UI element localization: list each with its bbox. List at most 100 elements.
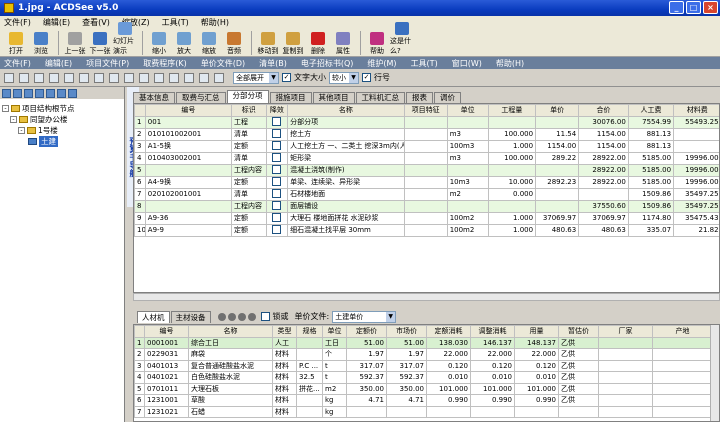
column-header[interactable]: 人工费 <box>627 104 675 117</box>
table-cell[interactable] <box>265 187 289 201</box>
toolbar-button[interactable]: 移动到 <box>256 32 280 56</box>
tab[interactable]: 分部分项 <box>226 90 269 103</box>
column-header[interactable]: 定额价 <box>346 325 387 338</box>
open-icon[interactable] <box>19 72 29 83</box>
tree-tool-icon[interactable] <box>13 88 22 98</box>
toolbar-button[interactable]: 浏览 <box>29 32 53 56</box>
minimize-button[interactable]: _ <box>669 1 684 14</box>
toolbar-button[interactable]: 缩小 <box>147 32 171 56</box>
tree-tool-icon[interactable] <box>57 88 66 98</box>
reduce-checkbox[interactable] <box>271 177 281 186</box>
column-header[interactable]: 规格 <box>296 325 323 338</box>
calc-icon[interactable] <box>184 72 194 83</box>
reduce-checkbox[interactable] <box>271 189 281 198</box>
paste-icon[interactable] <box>79 72 89 83</box>
column-header[interactable]: 编号 <box>144 104 233 117</box>
tree-tool-icon[interactable] <box>24 88 33 98</box>
table-row[interactable]: 1001工程分部分项30076.007554.9955493.251418 <box>134 115 719 129</box>
reduce-checkbox[interactable] <box>271 117 281 126</box>
tree-root[interactable]: - 项目结构根节点 <box>2 103 122 114</box>
reduce-checkbox[interactable] <box>271 225 281 234</box>
price-file-combo[interactable]: 土建单价 ▼ <box>332 310 397 323</box>
app-menu-item[interactable]: 取费程序(K) <box>143 58 187 69</box>
table-row[interactable]: 7 1231021 石蜡 材料 kg <box>134 405 713 418</box>
vertical-scrollbar[interactable] <box>710 325 719 421</box>
toolbar-button[interactable]: 复制到 <box>281 32 305 56</box>
menu-item[interactable]: 查看(V) <box>82 17 110 28</box>
toolbar-button[interactable]: 帮助 <box>365 32 389 56</box>
collapse-icon[interactable]: - <box>18 127 25 134</box>
tree-tool-icon[interactable] <box>46 88 55 98</box>
column-header[interactable]: 暂估价 <box>558 325 599 338</box>
text-size-checkbox[interactable]: ✓ <box>282 73 291 82</box>
column-header[interactable]: 名称 <box>287 104 405 117</box>
table-cell[interactable] <box>265 139 289 153</box>
new-icon[interactable] <box>4 72 14 83</box>
table-row[interactable]: 8 工程内容 面层铺设 37550.60 1509.86 35497.25 <box>134 199 719 213</box>
move-up-icon[interactable] <box>154 72 164 83</box>
app-menu-item[interactable]: 单价文件(D) <box>201 58 245 69</box>
app-menu-item[interactable]: 项目文件(P) <box>86 58 129 69</box>
column-header[interactable]: 市场价 <box>386 325 427 338</box>
collapse-icon[interactable]: - <box>10 116 17 123</box>
column-header[interactable]: 单位 <box>446 104 489 117</box>
tab[interactable]: 其他项目 <box>312 92 355 103</box>
toolbar-button[interactable]: 下一张 <box>88 32 112 56</box>
column-header[interactable]: 合价 <box>578 104 629 117</box>
table-row[interactable]: 5工程内容混凝土浇筑(制作)28922.005185.0019996.00141… <box>134 163 719 177</box>
menu-item[interactable]: 工具(T) <box>162 17 189 28</box>
tab[interactable]: 工料机汇总 <box>355 92 405 103</box>
reduce-checkbox[interactable] <box>271 153 281 162</box>
table-row[interactable]: 10 A9-9 定额 细石混凝土找平层 30mm 100m2 1.000 480.63 480… <box>134 223 719 237</box>
column-header[interactable]: 单位 <box>322 325 347 338</box>
toolbar-button[interactable]: 打开 <box>4 32 28 56</box>
table-cell[interactable] <box>265 199 289 213</box>
toolbar-button[interactable]: 属性 <box>331 32 355 56</box>
app-menu-item[interactable]: 维护(M) <box>367 58 396 69</box>
tree-node-civil[interactable]: 土建 <box>2 136 122 147</box>
table-row[interactable]: 3 0401013 复合普通硅酸盐水泥 材料 P.C ... t 317.07 317.07 0… <box>134 359 713 372</box>
table-cell[interactable] <box>265 223 289 237</box>
reduce-checkbox[interactable] <box>271 213 281 222</box>
copy-icon[interactable] <box>64 72 74 83</box>
app-menu-item[interactable]: 帮助(H) <box>496 58 524 69</box>
cut-icon[interactable] <box>49 72 59 83</box>
column-header[interactable]: 厂家 <box>598 325 653 338</box>
tree-node-building[interactable]: - 同望办公楼 <box>2 114 122 125</box>
toolbar-button[interactable]: 删除 <box>306 32 330 56</box>
table-row[interactable]: 4 010403002001 清单 矩形梁 m3 100.000 289.22 28922.0… <box>134 151 719 165</box>
reduce-checkbox[interactable] <box>271 201 281 210</box>
table-cell[interactable] <box>265 115 289 129</box>
column-header[interactable] <box>134 104 146 117</box>
bottom-tab[interactable]: 人材机 <box>137 310 170 323</box>
expand-combo[interactable]: 全部展开 ▼ <box>233 71 279 84</box>
table-row[interactable]: 1 0001001 综合工日 人工 工日 51.00 51.00 138.030 146.137… <box>134 336 713 349</box>
table-row[interactable]: 6 1231001 草酸 材料 kg 4.71 4.71 0.990 0.990 0.990 乙供 <box>134 394 713 407</box>
column-header[interactable]: 编号 <box>144 325 189 338</box>
tree-tool-icon[interactable] <box>2 88 11 98</box>
lock-checkbox[interactable] <box>260 312 270 321</box>
app-menu-item[interactable]: 电子招标书(Q) <box>301 58 354 69</box>
save-icon[interactable] <box>34 72 44 83</box>
column-header[interactable]: 名称 <box>188 325 273 338</box>
table-row[interactable]: 3A1-5换定额 人工挖土方 一、二类土 挖深3m内(人工挖湿土) 100m31.0… <box>134 139 719 153</box>
table-row[interactable]: 4 0401021 白色硅酸盐水泥 材料 32.5 t 592.37 592.37 0.010 0… <box>134 371 713 384</box>
app-menu-item[interactable]: 窗口(W) <box>452 58 482 69</box>
table-row[interactable]: 7 020102001001 清单 石材楼地面 m2 0.000 1509.86 35497.… <box>134 187 719 201</box>
tree-tool-icon[interactable] <box>35 88 44 98</box>
table-row[interactable]: 5 0701011 大理石板 材料 拼花... m2 350.00 350.00 101.000… <box>134 382 713 395</box>
tool-icon[interactable] <box>217 312 226 321</box>
menu-item[interactable]: 编辑(E) <box>43 17 70 28</box>
reduce-checkbox[interactable] <box>271 129 281 138</box>
reduce-checkbox[interactable] <box>271 141 281 150</box>
column-header[interactable]: 产地 <box>652 325 713 338</box>
tab[interactable]: 调价 <box>434 92 461 103</box>
undo-icon[interactable] <box>94 72 104 83</box>
column-header[interactable]: 定额消耗 <box>426 325 471 338</box>
column-header[interactable]: 项目特征 <box>403 104 448 117</box>
column-header[interactable]: 单价 <box>535 104 580 117</box>
toolbar-button[interactable]: 放大 <box>172 32 196 56</box>
app-menu-item[interactable]: 工具(T) <box>411 58 438 69</box>
toolbar-button[interactable]: 缩放 <box>197 32 221 56</box>
tree-node-no1[interactable]: -1号楼 <box>2 125 122 136</box>
